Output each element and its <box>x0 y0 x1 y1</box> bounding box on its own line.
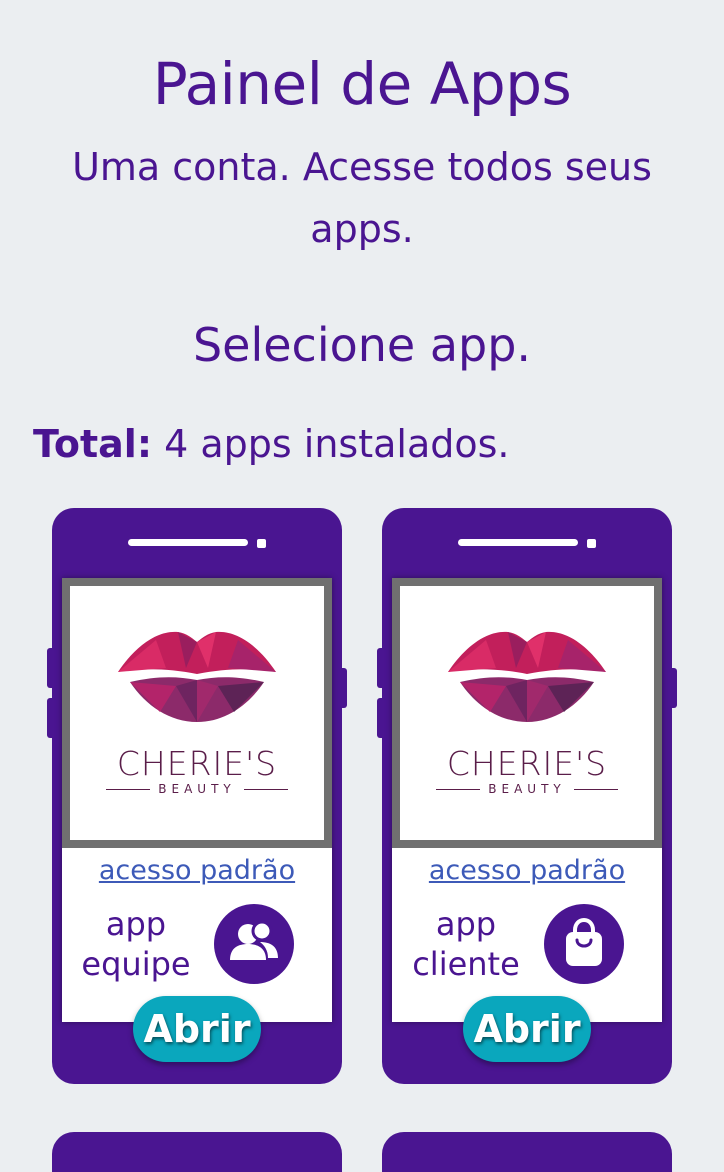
lips-icon <box>448 631 606 722</box>
page-subtitle: Uma conta. Acesse todos seus apps. <box>30 136 694 260</box>
select-app-heading: Selecione app. <box>192 318 532 372</box>
total-count-text: 4 apps instalados. <box>164 422 510 466</box>
app-card-cliente: CHERIE'S BEAUTY acesso padrão app client… <box>377 508 677 1084</box>
app-logo: CHERIE'S BEAUTY <box>400 586 654 840</box>
app-label-line-1: app <box>105 905 167 943</box>
phone-camera <box>587 539 596 548</box>
open-app-button[interactable]: Abrir <box>133 996 261 1062</box>
phone-side-button <box>47 698 55 738</box>
app-logo-frame[interactable]: CHERIE'S BEAUTY <box>392 578 662 848</box>
phone-speaker <box>128 539 248 546</box>
phone-side-button <box>47 648 55 688</box>
phone-side-button <box>377 648 385 688</box>
app-label: app cliente <box>396 904 536 984</box>
subtitle-line-1: Uma conta. Acesse todos seus <box>72 145 652 189</box>
total-label: Total: <box>33 422 153 466</box>
access-link[interactable]: acesso padrão <box>62 854 332 888</box>
page-title: Painel de Apps <box>152 50 572 118</box>
subtitle-line-2: apps. <box>310 207 414 251</box>
app-card-partial <box>52 1132 342 1172</box>
app-screen: CHERIE'S BEAUTY acesso padrão app equipe <box>62 578 332 1022</box>
access-link[interactable]: acesso padrão <box>392 854 662 888</box>
total-apps: Total: 4 apps instalados. <box>33 414 510 474</box>
brand-tagline: BEAUTY <box>106 782 288 796</box>
phone-side-button <box>669 668 677 708</box>
lips-icon <box>118 631 276 722</box>
phone-side-button <box>377 698 385 738</box>
app-label-line-2: equipe <box>81 945 191 983</box>
app-card-partial <box>382 1132 672 1172</box>
shopping-bag-icon <box>544 904 624 984</box>
brand-tagline: BEAUTY <box>436 782 618 796</box>
users-icon <box>214 904 294 984</box>
brand-name: CHERIE'S <box>116 744 278 783</box>
open-app-button[interactable]: Abrir <box>463 996 591 1062</box>
app-label: app equipe <box>66 904 206 984</box>
app-label-line-2: cliente <box>412 945 520 983</box>
app-screen: CHERIE'S BEAUTY acesso padrão app client… <box>392 578 662 1022</box>
app-label-line-1: app <box>435 905 497 943</box>
app-card-equipe: CHERIE'S BEAUTY acesso padrão app equipe… <box>47 508 347 1084</box>
phone-camera <box>257 539 266 548</box>
brand-name: CHERIE'S <box>446 744 608 783</box>
phone-side-button <box>339 668 347 708</box>
phone-speaker <box>458 539 578 546</box>
app-logo-frame[interactable]: CHERIE'S BEAUTY <box>62 578 332 848</box>
app-logo: CHERIE'S BEAUTY <box>70 586 324 840</box>
